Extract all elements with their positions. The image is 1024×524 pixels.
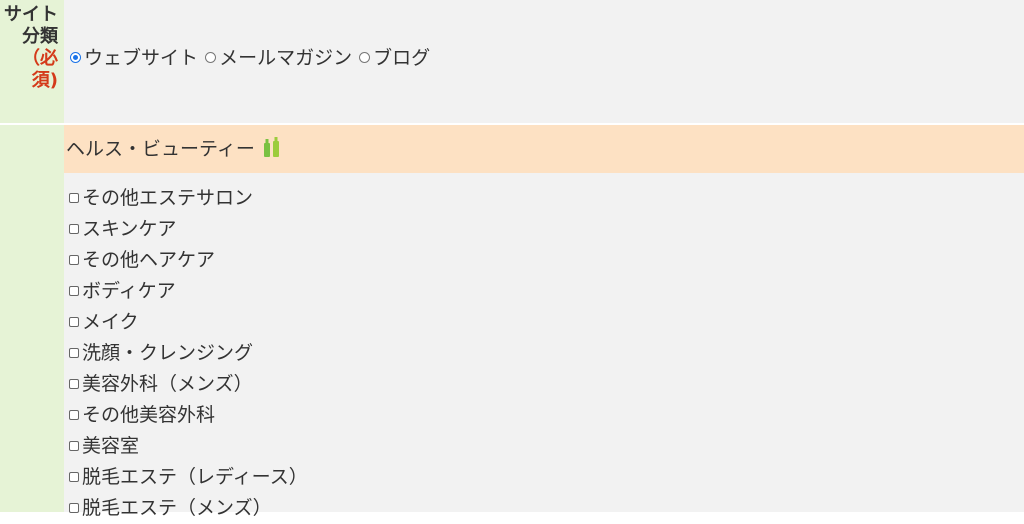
checkbox[interactable] <box>69 379 79 389</box>
radio-label: ウェブサイト <box>84 47 199 69</box>
category-select-row: ヘルス・ビューティー その他エステサロン スキンケア その他ヘアケア ボディケア… <box>0 125 1024 519</box>
required-mark: 須) <box>31 70 58 91</box>
list-item: メイク <box>69 307 1024 338</box>
list-item: スキンケア <box>69 214 1024 245</box>
checkbox-label: その他美容外科 <box>82 404 216 426</box>
list-item: 脱毛エステ（レディース） <box>69 462 1024 493</box>
radio-mail-magazine[interactable] <box>205 52 217 63</box>
list-item: 美容外科（メンズ） <box>69 369 1024 400</box>
list-item: ボディケア <box>69 276 1024 307</box>
site-category-row: サイト 分類 （必 須) ウェブサイト メールマガジン ブログ <box>0 0 1024 125</box>
radio-blog[interactable] <box>359 52 371 63</box>
list-item: その他ヘアケア <box>69 245 1024 276</box>
checkbox[interactable] <box>69 410 79 420</box>
checkbox-label: スキンケア <box>82 218 177 240</box>
list-item: 脱毛エステ（メンズ） <box>69 493 1024 524</box>
site-category-label: サイト 分類 （必 須) <box>0 0 64 123</box>
checkbox[interactable] <box>69 472 79 482</box>
radio-group: ウェブサイト メールマガジン ブログ <box>69 44 430 72</box>
required-mark: （必 <box>22 48 58 69</box>
radio-label: ブログ <box>373 47 431 69</box>
category-group-header: ヘルス・ビューティー <box>64 125 1024 173</box>
checkbox[interactable] <box>69 255 79 265</box>
list-item: 美容室 <box>69 431 1024 462</box>
radio-label: メールマガジン <box>219 47 353 69</box>
radio-website[interactable] <box>70 52 81 63</box>
checkbox-label: その他エステサロン <box>82 187 254 209</box>
checkbox[interactable] <box>69 224 79 234</box>
category-label-cell <box>0 125 64 512</box>
checkbox[interactable] <box>69 193 79 203</box>
list-item: 洗顔・クレンジング <box>69 338 1024 369</box>
checkbox-label: 美容外科（メンズ） <box>82 373 253 395</box>
bottles-icon <box>263 127 281 175</box>
list-item: その他エステサロン <box>69 183 1024 214</box>
checkbox[interactable] <box>69 441 79 451</box>
site-category-options: ウェブサイト メールマガジン ブログ <box>64 0 1024 123</box>
checkbox-label: その他ヘアケア <box>82 249 216 271</box>
checkbox-label: 脱毛エステ（メンズ） <box>82 497 272 519</box>
category-group-title: ヘルス・ビューティー <box>66 138 255 160</box>
checkbox[interactable] <box>69 317 79 327</box>
checkbox-label: 美容室 <box>82 435 140 457</box>
checkbox-label: 洗顔・クレンジング <box>82 342 254 364</box>
checkbox-label: 脱毛エステ（レディース） <box>82 466 308 488</box>
checkbox[interactable] <box>69 286 79 296</box>
category-content: ヘルス・ビューティー その他エステサロン スキンケア その他ヘアケア ボディケア… <box>64 125 1024 519</box>
category-checkbox-list: その他エステサロン スキンケア その他ヘアケア ボディケア メイク 洗顔・クレン… <box>64 173 1024 524</box>
list-item: その他美容外科 <box>69 400 1024 431</box>
label-line: 分類 <box>22 26 58 47</box>
label-line: サイト <box>4 4 58 25</box>
checkbox-label: メイク <box>82 311 139 333</box>
checkbox[interactable] <box>69 348 79 358</box>
checkbox-label: ボディケア <box>82 280 176 302</box>
